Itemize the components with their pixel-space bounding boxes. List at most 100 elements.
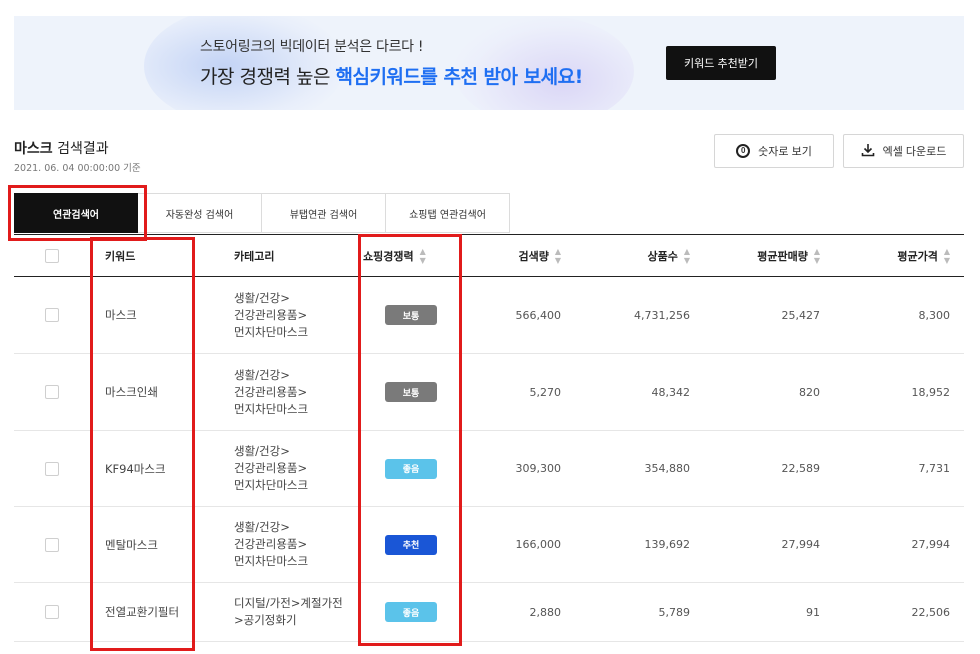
competition-cell: 보통 <box>385 277 437 353</box>
sort-icon: ▲ ▼ <box>419 246 426 265</box>
row-checkbox[interactable] <box>45 605 59 619</box>
row-select-cell <box>45 277 59 353</box>
table-row: 멘탈마스크 생활/건강>건강관리용품>먼지차단마스크 추천 166,000 13… <box>14 507 964 583</box>
category-text: 생활/건강>건강관리용품>먼지차단마스크 <box>234 367 309 416</box>
keyword-cell[interactable]: 전열교환기필터 <box>105 583 179 641</box>
number-circle-icon: 0 <box>736 144 751 158</box>
row-select-cell <box>45 583 59 641</box>
competition-cell: 보통 <box>385 354 437 430</box>
keyword-tabs: 연관검색어 자동완성 검색어 뷰탭연관 검색어 쇼핑탭 연관검색어 <box>14 193 510 233</box>
header-competition-label: 쇼핑경쟁력 <box>363 249 414 263</box>
avg-price-cell: 18,952 <box>911 385 951 399</box>
tab-autocomplete-keywords[interactable]: 자동완성 검색어 <box>138 193 262 233</box>
category-cell: 생활/건강>건강관리용품>먼지차단마스크 <box>234 507 348 582</box>
search-volume-cell: 309,300 <box>515 462 562 475</box>
sort-icon: ▲ ▼ <box>943 246 950 265</box>
category-cell: 생활/건강>건강관리용품>먼지차단마스크 <box>234 277 348 353</box>
category-text: 생활/건강>건강관리용품>먼지차단마스크 <box>234 520 309 568</box>
search-volume-cell: 566,400 <box>515 308 562 322</box>
row-select-cell <box>45 507 59 582</box>
avg-sales-cell: 820 <box>799 385 820 399</box>
download-icon <box>861 143 875 160</box>
header-search-volume-label: 검색량 <box>518 249 549 263</box>
header-keyword: 키워드 <box>105 249 136 263</box>
row-select-cell <box>45 354 59 430</box>
row-checkbox[interactable] <box>45 308 59 322</box>
header-competition[interactable]: 쇼핑경쟁력 ▲ ▼ <box>363 235 426 276</box>
row-select-cell <box>45 431 59 506</box>
keyword-cell[interactable]: 멘탈마스크 <box>105 507 158 582</box>
keyword-cell[interactable]: 마스크인쇄 <box>105 354 158 430</box>
row-checkbox[interactable] <box>45 537 59 552</box>
table-row: 마스크인쇄 생활/건강>건강관리용품>먼지차단마스크 보통 5,270 48,3… <box>14 354 964 431</box>
category-text: 생활/건강>건강관리용품>먼지차단마스크 <box>234 290 309 339</box>
table-row: 마스크 생활/건강>건강관리용품>먼지차단마스크 보통 566,400 4,73… <box>14 277 964 354</box>
keyword-cell[interactable]: KF94마스크 <box>105 431 166 506</box>
avg-sales-cell: 27,994 <box>781 538 821 551</box>
result-title: 마스크 검색결과 <box>14 138 109 158</box>
select-all-checkbox[interactable] <box>45 248 59 263</box>
tab-view-related-keywords[interactable]: 뷰탭연관 검색어 <box>262 193 386 233</box>
product-count-cell: 4,731,256 <box>634 308 690 322</box>
banner-headline-prefix: 가장 경쟁력 높은 <box>200 66 336 88</box>
tab-shopping-related-keywords[interactable]: 쇼핑탭 연관검색어 <box>386 193 510 233</box>
table-header: 키워드 카테고리 쇼핑경쟁력 ▲ ▼ 검색량 ▲ ▼ 상품수 ▲ ▼ 평균판매량 ▲ ▼ 평균가… <box>14 234 964 277</box>
header-avg-price-label: 평균가격 <box>897 249 938 263</box>
category-cell: 생활/건강>건강관리용품>먼지차단마스크 <box>234 354 348 430</box>
avg-sales-cell: 22,589 <box>781 462 821 475</box>
search-volume-cell: 2,880 <box>529 605 562 619</box>
excel-download-label: 엑셀 다운로드 <box>882 146 947 158</box>
category-cell: 생활/건강>건강관리용품>먼지차단마스크 <box>234 431 348 506</box>
header-avg-sales[interactable]: 평균판매량 ▲ ▼ <box>757 235 820 276</box>
competition-cell: 좋음 <box>385 583 437 641</box>
sort-icon: ▲ ▼ <box>554 246 561 265</box>
avg-price-cell: 22,506 <box>911 605 951 619</box>
category-text: 디지털/가전>계절가전>공기정화기 <box>234 596 343 627</box>
tab-related-keywords[interactable]: 연관검색어 <box>14 193 138 233</box>
competition-badge: 추천 <box>385 534 437 555</box>
table-row: 전열교환기필터 디지털/가전>계절가전>공기정화기 좋음 2,880 5,789… <box>14 583 964 642</box>
search-volume-cell: 5,270 <box>529 385 562 399</box>
competition-cell: 추천 <box>385 507 437 582</box>
avg-price-cell: 27,994 <box>911 538 951 551</box>
result-keyword: 마스크 <box>14 141 53 157</box>
keyword-cell[interactable]: 마스크 <box>105 277 137 353</box>
promo-banner: 스토어링크의 빅데이터 분석은 다르다 ! 가장 경쟁력 높은 핵심키워드를 추… <box>14 16 964 110</box>
excel-download-button[interactable]: 엑셀 다운로드 <box>843 134 964 168</box>
header-product-count-label: 상품수 <box>647 249 678 263</box>
row-checkbox[interactable] <box>45 385 59 399</box>
competition-badge: 보통 <box>385 305 437 325</box>
product-count-cell: 5,789 <box>658 605 691 619</box>
avg-price-cell: 8,300 <box>918 308 951 322</box>
table-row: KF94마스크 생활/건강>건강관리용품>먼지차단마스크 좋음 309,300 … <box>14 431 964 507</box>
row-checkbox[interactable] <box>45 461 59 476</box>
sort-icon: ▲ ▼ <box>683 246 690 265</box>
product-count-cell: 354,880 <box>644 462 691 475</box>
banner-subtitle: 스토어링크의 빅데이터 분석은 다르다 ! <box>200 39 424 55</box>
banner-headline-highlight: 핵심키워드를 추천 받아 보세요! <box>335 66 583 88</box>
avg-sales-cell: 25,427 <box>781 308 821 322</box>
competition-badge: 좋음 <box>385 602 437 622</box>
header-search-volume[interactable]: 검색량 ▲ ▼ <box>518 235 561 276</box>
avg-price-cell: 7,731 <box>918 462 951 475</box>
number-view-label: 숫자로 보기 <box>758 146 812 158</box>
select-all-cell <box>45 235 59 276</box>
result-title-suffix: 검색결과 <box>52 141 109 157</box>
category-text: 생활/건강>건강관리용품>먼지차단마스크 <box>234 444 309 492</box>
search-volume-cell: 166,000 <box>515 538 562 551</box>
header-product-count[interactable]: 상품수 ▲ ▼ <box>647 235 690 276</box>
product-count-cell: 139,692 <box>644 538 691 551</box>
keyword-recommend-button[interactable]: 키워드 추천받기 <box>666 46 776 80</box>
competition-badge: 좋음 <box>385 458 437 479</box>
category-cell: 디지털/가전>계절가전>공기정화기 <box>234 583 348 641</box>
competition-badge: 보통 <box>385 382 437 402</box>
header-category: 카테고리 <box>234 249 275 263</box>
banner-headline: 가장 경쟁력 높은 핵심키워드를 추천 받아 보세요! <box>200 62 583 89</box>
competition-cell: 좋음 <box>385 431 437 506</box>
result-date: 2021. 06. 04 00:00:00 기준 <box>14 163 141 174</box>
number-view-button[interactable]: 0 숫자로 보기 <box>714 134 834 168</box>
keyword-table: 키워드 카테고리 쇼핑경쟁력 ▲ ▼ 검색량 ▲ ▼ 상품수 ▲ ▼ 평균판매량 ▲ ▼ 평균가… <box>14 234 964 642</box>
sort-icon: ▲ ▼ <box>813 246 820 265</box>
header-avg-price[interactable]: 평균가격 ▲ ▼ <box>897 235 950 276</box>
avg-sales-cell: 91 <box>806 605 820 619</box>
